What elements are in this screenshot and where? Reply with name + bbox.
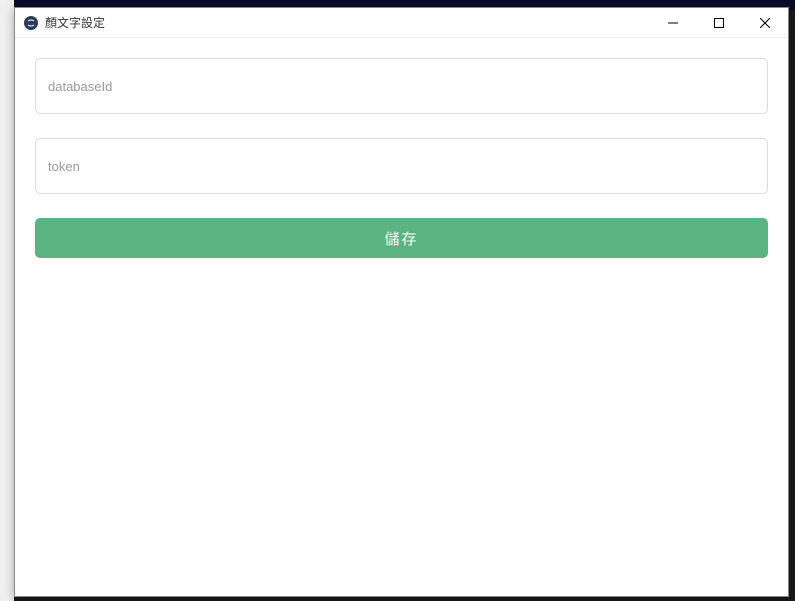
titlebar[interactable]: 顏文字設定 xyxy=(15,8,788,38)
token-input[interactable] xyxy=(35,138,768,194)
background-left-edge xyxy=(0,0,14,601)
window-title: 顏文字設定 xyxy=(45,14,650,31)
database-id-input[interactable] xyxy=(35,58,768,114)
save-button[interactable]: 儲存 xyxy=(35,218,768,258)
window-controls xyxy=(650,8,788,37)
app-icon xyxy=(23,15,39,31)
settings-window: 顏文字設定 儲存 xyxy=(14,7,789,597)
minimize-button[interactable] xyxy=(650,8,696,38)
close-button[interactable] xyxy=(742,8,788,38)
form-content: 儲存 xyxy=(15,38,788,278)
maximize-button[interactable] xyxy=(696,8,742,38)
